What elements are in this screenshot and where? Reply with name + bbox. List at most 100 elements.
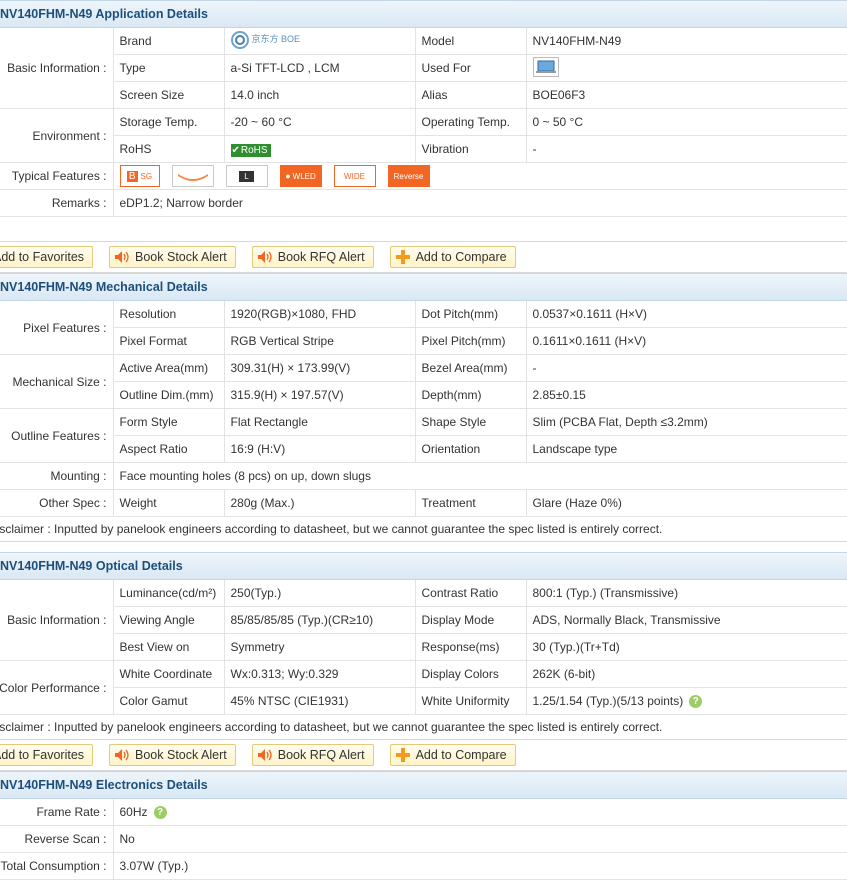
spacer [0,217,847,242]
total-consumption-label: Total Consumption : [0,852,114,880]
spec-value: 60Hz [119,804,148,819]
mounting-value: Face mounting holes (8 pcs) on up, down … [113,462,847,490]
button-label: Add to Compare [415,748,507,762]
book-stock-alert-button[interactable]: Book Stock Alert [109,246,236,268]
table-row: Outline Dim.(mm) 315.9(H) × 197.57(V) De… [0,381,847,409]
spec-value: 250(Typ.) [224,580,416,607]
application-details-header: NV140FHM-N49 Application Details [0,0,847,28]
group-label-remarks: Remarks : [0,189,114,217]
optical-details-header: NV140FHM-N49 Optical Details [0,552,847,580]
mechanical-table: Pixel Features : Resolution 1920(RGB)×10… [0,301,847,517]
table-row: Color Performance : White Coordinate Wx:… [0,660,847,715]
type-key: Type [113,54,225,82]
group-label-color: Color Performance : [0,660,114,715]
spec-value: RGB Vertical Stripe [224,327,416,355]
group-label-basic-optical: Basic Information : [0,580,114,661]
reverse-badge[interactable]: Reverse [387,165,430,187]
group-label-environment: Environment : [0,108,114,163]
boe-sg-badge[interactable]: B SG [119,165,160,187]
total-consumption-value: 3.07W (Typ.) [113,852,847,880]
feature-badge-text: L [239,170,254,182]
wide-badge[interactable]: WIDE [333,165,376,187]
spec-key: Color Gamut [113,687,225,715]
spec-page: NV140FHM-N49 Application Details Basic I… [0,0,847,880]
group-label-mechanical: Mechanical Size : [0,354,114,409]
brand-value: 京东方 BOE [224,28,416,55]
feature-badge-text: Reverse [393,171,424,181]
table-row: Color Gamut 45% NTSC (CIE1931) White Uni… [0,687,847,715]
wled-badge[interactable]: ● WLED [279,165,322,187]
speaker-icon [114,747,130,763]
model-key: Model [415,28,527,55]
table-row: Remarks : eDP1.2; Narrow border [0,189,847,217]
spec-key: Orientation [415,435,527,463]
white-uniformity-value: 1.25/1.54 (Typ.)(5/13 points)? [526,687,847,715]
action-bar-1: Add to Favorites Book Stock Alert Book R… [0,242,847,273]
optical-table: Basic Information : Luminance(cd/m²) 250… [0,580,847,715]
spec-key: Pixel Format [113,327,225,355]
add-to-favorites-button[interactable]: Add to Favorites [0,744,94,766]
spec-value: Landscape type [526,435,847,463]
table-row: Typical Features : B SG L ● WLED WIDE Re… [0,162,847,190]
feature-badge-text: WIDE [344,171,365,181]
help-icon[interactable]: ? [153,806,167,820]
spec-key: Depth(mm) [415,381,527,409]
electronics-details-header: NV140FHM-N49 Electronics Details [0,771,847,799]
spec-value: Wx:0.313; Wy:0.329 [224,660,416,688]
l-letter-icon[interactable]: L [225,165,268,187]
laptop-icon[interactable] [532,56,559,77]
spec-value: 1.25/1.54 (Typ.)(5/13 points) [532,693,684,708]
spec-value: 30 (Typ.)(Tr+Td) [526,633,847,661]
button-label: Add to Favorites [0,250,85,264]
table-row: Basic Information : Luminance(cd/m²) 250… [0,580,847,661]
spec-key: Contrast Ratio [415,580,527,607]
feature-badge-text: SG [140,171,153,181]
spec-value: 280g (Max.) [224,489,416,517]
plus-icon [395,249,411,265]
optical-disclaimer: Disclaimer : Inputted by panelook engine… [0,715,847,740]
add-to-compare-button[interactable]: Add to Compare [389,246,516,268]
alias-value: BOE06F3 [526,81,847,109]
curved-panel-icon[interactable] [171,165,214,187]
spec-key: White Coordinate [113,660,225,688]
book-stock-alert-button[interactable]: Book Stock Alert [109,744,236,766]
model-value: NV140FHM-N49 [526,28,847,55]
spec-value: 16:9 (H:V) [224,435,416,463]
table-row: Type a-Si TFT-LCD , LCM Used For [0,54,847,82]
spec-value: 315.9(H) × 197.57(V) [224,381,416,409]
button-label: Add to Favorites [0,748,85,762]
spec-value: 0.0537×0.1611 (H×V) [526,301,847,328]
spec-key: Resolution [113,301,225,328]
help-icon[interactable]: ? [689,695,703,709]
table-row: Environment : Storage Temp. -20 ~ 60 °C … [0,108,847,163]
storage-temp-value: -20 ~ 60 °C [224,108,416,136]
mechanical-details-header: NV140FHM-N49 Mechanical Details [0,273,847,301]
table-row: Outline Features : Form Style Flat Recta… [0,408,847,463]
table-row: Screen Size 14.0 inch Alias BOE06F3 [0,81,847,109]
action-bar-2: Add to Favorites Book Stock Alert Book R… [0,740,847,771]
frame-rate-label: Frame Rate : [0,799,114,826]
storage-temp-key: Storage Temp. [113,108,225,136]
spec-key: Pixel Pitch(mm) [415,327,527,355]
group-label-mounting: Mounting : [0,462,114,490]
spec-value: 45% NTSC (CIE1931) [224,687,416,715]
spec-key: Form Style [113,408,225,436]
add-to-favorites-button[interactable]: Add to Favorites [0,246,94,268]
table-row: Total Consumption : 3.07W (Typ.) [0,852,847,880]
speaker-icon [114,249,130,265]
spec-key: Active Area(mm) [113,354,225,382]
spec-value: ADS, Normally Black, Transmissive [526,606,847,634]
table-row: RoHS ✔ RoHS Vibration - [0,135,847,163]
spec-value: Flat Rectangle [224,408,416,436]
spec-value: 0.1611×0.1611 (H×V) [526,327,847,355]
table-row: Reverse Scan : No [0,825,847,853]
book-rfq-alert-button[interactable]: Book RFQ Alert [251,246,374,268]
add-to-compare-button[interactable]: Add to Compare [389,744,516,766]
gap [0,542,847,552]
boe-letter-icon: B [126,170,138,182]
group-label-typical: Typical Features : [0,162,114,190]
book-rfq-alert-button[interactable]: Book RFQ Alert [251,744,374,766]
used-for-value [526,54,847,82]
table-row: Basic Information : Brand 京东方 BOE Model … [0,28,847,109]
spec-value: 1920(RGB)×1080, FHD [224,301,416,328]
